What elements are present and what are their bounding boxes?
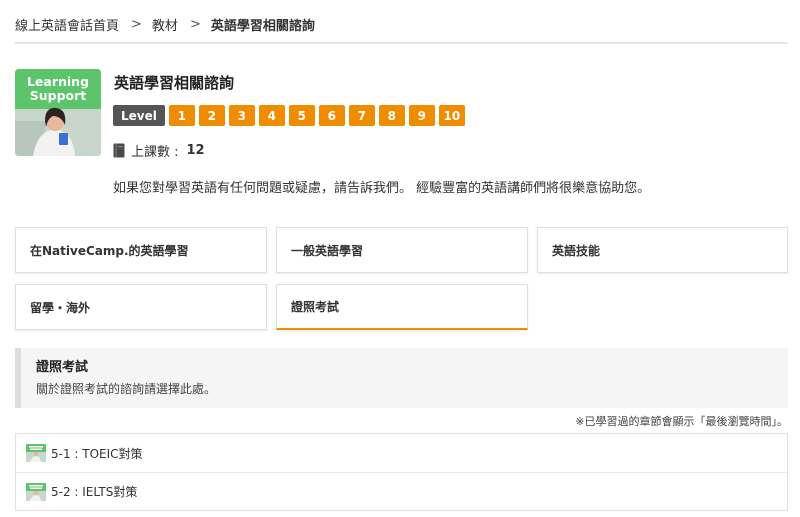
- breadcrumb-divider: [15, 42, 788, 44]
- chapter-item[interactable]: 5-1 : TOEIC對策: [16, 434, 787, 472]
- book-icon: [113, 143, 125, 157]
- lesson-count: 上課數 : 12: [113, 141, 205, 160]
- breadcrumb-separator: >: [189, 16, 201, 32]
- section-subtitle: 關於證照考試的諮詢請選擇此處。: [36, 382, 217, 396]
- level-badge: 5: [288, 105, 315, 126]
- level-badge: 2: [198, 105, 225, 126]
- category-tab-general[interactable]: 一般英語學習: [276, 227, 528, 273]
- course-description: 如果您對學習英語有任何問題或疑慮，請告訴我們。 經驗豐富的英語講師們將很樂意協助…: [113, 181, 651, 196]
- level-badge: 4: [258, 105, 285, 126]
- breadcrumb-separator: >: [131, 16, 142, 32]
- thumbnail-text-line2: Support: [30, 88, 87, 103]
- level-badges: Level 1 2 3 4 5 6 7 8 9 10: [113, 105, 465, 126]
- level-badge: 9: [408, 105, 435, 126]
- breadcrumb-home-link[interactable]: 線上英語會話首頁: [15, 15, 119, 34]
- category-tab-skills[interactable]: 英語技能: [537, 227, 788, 273]
- level-badge: 6: [318, 105, 345, 126]
- section-title: 證照考試: [36, 360, 89, 375]
- category-tab-nativecamp[interactable]: 在NativeCamp.的英語學習: [15, 227, 267, 273]
- category-tab-study-abroad[interactable]: 留學・海外: [15, 284, 267, 330]
- breadcrumb-materials-link[interactable]: 教材: [152, 15, 178, 34]
- lesson-count-value: 12: [186, 142, 205, 158]
- level-badge: 1: [168, 105, 195, 126]
- chapter-thumbnail: [26, 444, 46, 462]
- chapter-list: 5-1 : TOEIC對策 5-2 : IELTS對策: [15, 433, 788, 511]
- level-badge: 3: [228, 105, 255, 126]
- chapter-item[interactable]: 5-2 : IELTS對策: [16, 472, 787, 510]
- level-badge: 8: [378, 105, 405, 126]
- section-header: 證照考試 關於證照考試的諮詢請選擇此處。: [15, 348, 788, 408]
- breadcrumb: 線上英語會話首頁 > 教材 > 英語學習相關諮詢: [15, 14, 315, 34]
- chapter-label: 5-1 : TOEIC對策: [51, 446, 143, 461]
- lesson-count-label: 上課數 :: [131, 144, 179, 160]
- level-badge: 7: [348, 105, 375, 126]
- thumbnail-text-line1: Learning: [27, 74, 89, 89]
- chapter-thumbnail: [26, 482, 46, 501]
- category-tab-certification[interactable]: 證照考試: [276, 284, 528, 330]
- chapter-label: 5-2 : IELTS對策: [51, 485, 138, 499]
- course-title: 英語學習相關諮詢: [114, 74, 235, 92]
- last-viewed-note: ※已學習過的章節會顯示「最後瀏覽時間」。: [575, 415, 788, 428]
- level-label: Level: [113, 105, 165, 126]
- breadcrumb-current: 英語學習相關諮詢: [210, 18, 315, 34]
- course-thumbnail: Learning Support: [15, 69, 101, 156]
- level-badge: 10: [438, 105, 465, 126]
